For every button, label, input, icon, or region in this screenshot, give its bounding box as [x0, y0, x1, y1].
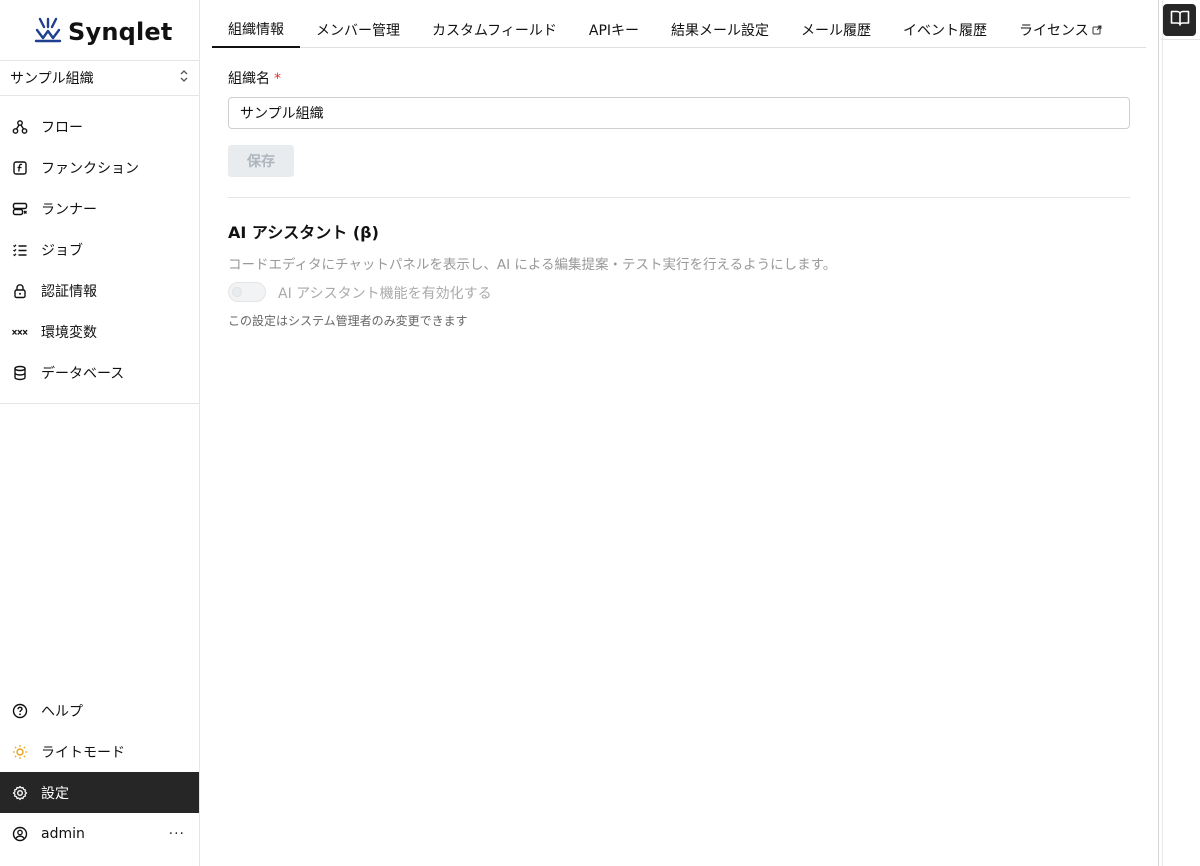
sidebar-item-label: ジョブ: [41, 242, 83, 259]
sidebar-item-label: 設定: [41, 785, 69, 802]
chevron-up-down-icon: [179, 69, 189, 87]
more-options-button[interactable]: ···: [169, 826, 185, 842]
sidebar-bottom-nav: ヘルプ ライトモード 設定 admin ···: [0, 690, 199, 854]
tab-custom-fields[interactable]: カスタムフィールド: [416, 12, 573, 48]
docs-panel-button[interactable]: [1163, 4, 1196, 36]
sidebar-item-label: 認証情報: [41, 283, 97, 300]
sidebar-item-theme-toggle[interactable]: ライトモード: [0, 731, 199, 772]
lock-icon: [12, 283, 28, 299]
job-list-icon: [12, 242, 28, 258]
ai-assistant-admin-note: この設定はシステム管理者のみ変更できます: [228, 314, 468, 328]
tab-api-keys[interactable]: APIキー: [573, 12, 655, 48]
tab-license[interactable]: ライセンス: [1003, 12, 1118, 48]
right-panel-strip: [1158, 0, 1200, 866]
main-content: 組織情報 メンバー管理 カスタムフィールド APIキー 結果メール設定 メール履…: [200, 0, 1158, 866]
org-selector[interactable]: サンプル組織: [0, 60, 199, 96]
sidebar-item-settings[interactable]: 設定: [0, 772, 199, 813]
sidebar-item-function[interactable]: ファンクション: [0, 147, 199, 188]
tab-mail-history[interactable]: メール履歴: [785, 12, 887, 48]
sidebar-item-label: データベース: [41, 365, 125, 382]
ai-assistant-title: AI アシスタント (β): [228, 223, 379, 242]
tab-license-label: ライセンス: [1019, 23, 1089, 39]
sidebar-item-label: 環境変数: [41, 324, 97, 341]
synqlet-logo-icon: [34, 16, 62, 48]
ai-assistant-toggle[interactable]: [228, 282, 266, 302]
flow-icon: [12, 119, 28, 135]
sidebar-divider: [0, 403, 199, 404]
sun-icon: [12, 744, 28, 760]
sidebar-item-label: ヘルプ: [41, 703, 83, 720]
sidebar: Synqlet サンプル組織 フロー ファンクション ランナー ジョブ 認証情報…: [0, 0, 200, 866]
tab-org-info[interactable]: 組織情報: [212, 12, 300, 48]
required-mark: *: [274, 71, 281, 87]
section-divider: [228, 197, 1130, 198]
ai-assistant-toggle-label: AI アシスタント機能を有効化する: [278, 286, 492, 302]
sidebar-item-database[interactable]: データベース: [0, 352, 199, 393]
org-selector-value: サンプル組織: [10, 71, 94, 87]
ai-assistant-description: コードエディタにチャットパネルを表示し、AI による編集提案・テスト実行を行える…: [228, 257, 837, 273]
database-icon: [12, 365, 28, 381]
sidebar-item-runner[interactable]: ランナー: [0, 188, 199, 229]
tab-members[interactable]: メンバー管理: [300, 12, 416, 48]
runner-icon: [12, 201, 28, 217]
user-name: admin: [41, 825, 85, 842]
variable-icon: [12, 324, 28, 340]
sidebar-item-label: ランナー: [41, 201, 97, 218]
book-icon: [1170, 9, 1190, 31]
external-link-icon: [1092, 25, 1102, 35]
logo[interactable]: Synqlet: [34, 15, 173, 49]
tab-event-history[interactable]: イベント履歴: [887, 12, 1003, 48]
sidebar-item-job[interactable]: ジョブ: [0, 229, 199, 270]
sidebar-nav: フロー ファンクション ランナー ジョブ 認証情報 環境変数 データベース: [0, 106, 199, 393]
org-name-input[interactable]: [228, 97, 1130, 129]
sidebar-item-help[interactable]: ヘルプ: [0, 690, 199, 731]
sidebar-item-label: ファンクション: [41, 160, 139, 177]
sidebar-item-credentials[interactable]: 認証情報: [0, 270, 199, 311]
settings-tabs: 組織情報 メンバー管理 カスタムフィールド APIキー 結果メール設定 メール履…: [212, 12, 1146, 48]
user-icon: [12, 826, 28, 842]
help-icon: [12, 703, 28, 719]
sidebar-item-label: フロー: [41, 119, 83, 136]
org-name-label: 組織名 *: [228, 68, 281, 88]
right-panel-divider: [1161, 39, 1200, 40]
save-button[interactable]: 保存: [228, 145, 294, 177]
tab-result-mail-settings[interactable]: 結果メール設定: [655, 12, 785, 48]
function-icon: [12, 160, 28, 176]
sidebar-item-label: ライトモード: [41, 744, 125, 761]
sidebar-item-flow[interactable]: フロー: [0, 106, 199, 147]
panel-border: [1162, 0, 1163, 866]
sidebar-item-env-vars[interactable]: 環境変数: [0, 311, 199, 352]
brand-name: Synqlet: [68, 18, 173, 46]
gear-icon: [12, 785, 28, 801]
toggle-knob: [232, 287, 242, 297]
sidebar-item-user[interactable]: admin ···: [0, 813, 199, 854]
org-name-label-text: 組織名: [228, 71, 270, 87]
